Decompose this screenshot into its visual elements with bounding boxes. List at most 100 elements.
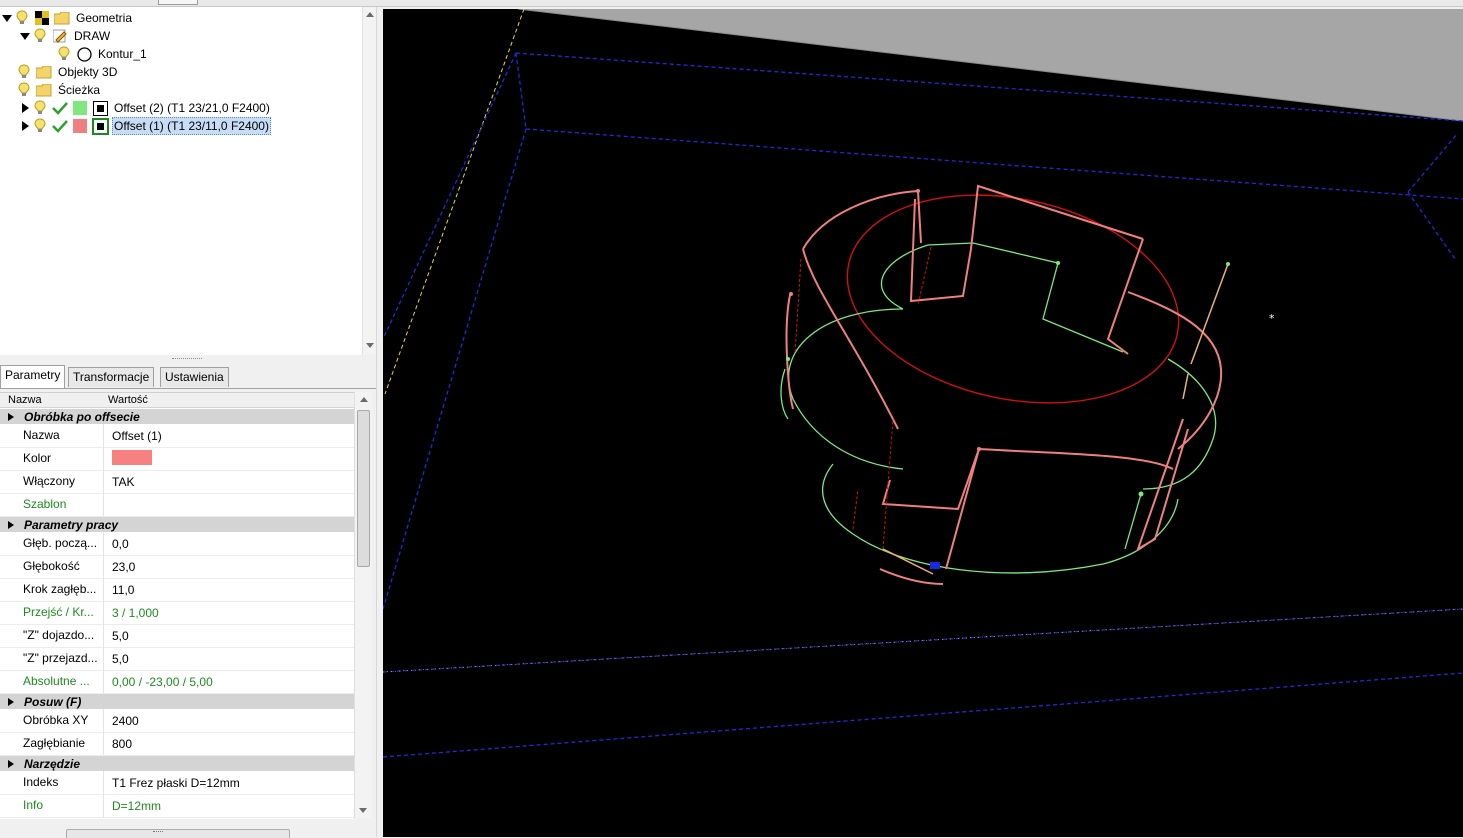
- prop-value-color[interactable]: [104, 449, 152, 468]
- lightbulb-icon[interactable]: [16, 82, 32, 98]
- prop-row-z-dojazd[interactable]: "Z" dojazdo... 5,0: [0, 624, 354, 648]
- prop-value[interactable]: 3 / 1,000: [104, 606, 159, 620]
- category-label: Parametry pracy: [24, 517, 119, 532]
- prop-row-z-przejazd[interactable]: "Z" przejazd... 5,0: [0, 647, 354, 671]
- category-parametry-pracy[interactable]: Parametry pracy: [0, 517, 354, 532]
- tree-label: DRAW: [74, 29, 111, 43]
- prop-value[interactable]: 0,0: [104, 537, 129, 551]
- prop-value[interactable]: 23,0: [104, 560, 135, 574]
- prop-row-krok[interactable]: Krok zagłęb... 11,0: [0, 578, 354, 602]
- tree-item-objekty3d[interactable]: Objekty 3D: [16, 63, 119, 81]
- toolpath-green: [780, 242, 1217, 574]
- prop-name: Zagłębianie: [0, 732, 104, 755]
- expand-toggle[interactable]: [18, 101, 32, 115]
- checkmark-icon[interactable]: [52, 100, 68, 116]
- prop-row-info[interactable]: Info D=12mm: [0, 794, 354, 818]
- column-header-name[interactable]: Nazwa: [0, 393, 108, 407]
- prop-name: "Z" dojazdo...: [0, 624, 104, 647]
- category-label: Posuw (F): [24, 694, 82, 709]
- folder-icon: [36, 82, 52, 98]
- tree-item-offset-1[interactable]: Offset (1) (T1 23/11,0 F2400): [18, 117, 271, 135]
- prop-name: Włączony: [0, 470, 104, 493]
- category-narzedzie[interactable]: Narzędzie: [0, 756, 354, 771]
- prop-value[interactable]: 2400: [104, 714, 139, 728]
- prop-value[interactable]: 0,00 / -23,00 / 5,00: [104, 675, 213, 689]
- tree-label: Objekty 3D: [58, 65, 118, 79]
- viewport-canvas[interactable]: *: [383, 9, 1463, 837]
- prop-row-przejsc[interactable]: Przejść / Kr... 3 / 1,000: [0, 601, 354, 625]
- grid-scrollbar[interactable]: [354, 392, 372, 818]
- prop-value[interactable]: 11,0: [104, 583, 134, 597]
- property-grid: Nazwa Wartość Obróbka po offsecie Nazwa O…: [0, 392, 354, 819]
- prop-row-indeks[interactable]: Indeks T1 Frez płaski D=12mm: [0, 771, 354, 795]
- tree-item-offset-2[interactable]: Offset (2) (T1 23/21,0 F2400): [18, 99, 272, 117]
- column-header-value[interactable]: Wartość: [108, 393, 148, 407]
- checkmark-icon[interactable]: [52, 118, 68, 134]
- prop-row-glebokosc[interactable]: Głębokość 23,0: [0, 555, 354, 579]
- tree-label: Geometria: [76, 11, 133, 25]
- tab-parametry[interactable]: Parametry: [0, 365, 66, 388]
- svg-text:*: *: [1269, 312, 1275, 325]
- category-label: Obróbka po offsecie: [24, 409, 140, 424]
- prop-row-absolutne[interactable]: Absolutne ... 0,00 / -23,00 / 5,00: [0, 670, 354, 694]
- prop-name: Kolor: [0, 447, 104, 470]
- tree-label: Offset (2) (T1 23/21,0 F2400): [114, 101, 270, 115]
- lightbulb-icon[interactable]: [32, 100, 48, 116]
- category-obrobka[interactable]: Obróbka po offsecie: [0, 409, 354, 424]
- tree-item-sciezka[interactable]: Ścieżka: [16, 81, 102, 99]
- tree-item-geometria[interactable]: Geometria: [0, 9, 134, 27]
- prop-row-zaglebianie[interactable]: Zagłębianie 800: [0, 732, 354, 756]
- category-posuw[interactable]: Posuw (F): [0, 694, 354, 709]
- lightbulb-icon[interactable]: [56, 46, 72, 62]
- scroll-up-arrow[interactable]: [359, 397, 368, 402]
- toolpath-type-icon: [91, 117, 109, 135]
- prop-row-szablon[interactable]: Szablon: [0, 493, 354, 517]
- panel-splitter[interactable]: [0, 355, 376, 363]
- lightbulb-icon[interactable]: [32, 28, 48, 44]
- object-tree: Geometria DRAW Kontur_1 Objekty 3D Ścież…: [0, 7, 377, 355]
- tab-transformacje[interactable]: Transformacje: [68, 367, 155, 387]
- prop-row-nazwa[interactable]: Nazwa Offset (1): [0, 424, 354, 448]
- scroll-down-arrow[interactable]: [359, 803, 367, 818]
- folder-icon: [54, 10, 70, 26]
- prop-value[interactable]: T1 Frez płaski D=12mm: [104, 776, 240, 790]
- stock-outline: [383, 52, 1463, 758]
- lightbulb-icon[interactable]: [32, 118, 48, 134]
- expand-toggle[interactable]: [18, 119, 32, 133]
- prop-row-wlaczony[interactable]: Włączony TAK: [0, 470, 354, 494]
- lightbulb-icon[interactable]: [14, 10, 30, 26]
- prop-value[interactable]: 5,0: [104, 629, 129, 643]
- circle-icon: [76, 46, 92, 62]
- prop-name: Krok zagłęb...: [0, 578, 104, 601]
- contour-ellipse: [846, 194, 1180, 404]
- toolpath-color-swatch[interactable]: [72, 118, 88, 134]
- y-axis-line: [384, 9, 525, 395]
- layers-icon: [34, 10, 50, 26]
- prop-row-kolor[interactable]: Kolor: [0, 447, 354, 471]
- tree-scrollbar[interactable]: [362, 7, 377, 355]
- lightbulb-icon[interactable]: [16, 64, 32, 80]
- prop-row-gleb-pocz[interactable]: Głęb. począ... 0,0: [0, 532, 354, 556]
- tree-item-draw[interactable]: DRAW: [18, 27, 112, 45]
- toolbar-tab-stub[interactable]: [158, 0, 198, 5]
- prop-row-obrobka-xy[interactable]: Obróbka XY 2400: [0, 709, 354, 733]
- prop-value[interactable]: 800: [104, 737, 132, 751]
- scroll-down-arrow[interactable]: [366, 338, 374, 353]
- pencil-icon: [52, 28, 68, 44]
- prop-value[interactable]: Offset (1): [104, 429, 162, 443]
- collapse-toggle[interactable]: [0, 11, 14, 25]
- color-swatch[interactable]: [112, 449, 152, 465]
- collapse-toggle[interactable]: [18, 29, 32, 43]
- scroll-up-arrow[interactable]: [366, 12, 374, 17]
- prop-value[interactable]: TAK: [104, 475, 134, 489]
- lead-in-path: [882, 263, 1229, 575]
- prop-value[interactable]: D=12mm: [104, 799, 161, 813]
- tree-item-kontur[interactable]: Kontur_1: [56, 45, 149, 63]
- scroll-thumb[interactable]: [357, 410, 370, 567]
- toolpath-color-swatch[interactable]: [72, 100, 88, 116]
- tree-label: Kontur_1: [98, 47, 147, 61]
- prop-value[interactable]: 5,0: [104, 652, 129, 666]
- toolpath-red: [785, 184, 1223, 585]
- 3d-viewport[interactable]: *: [383, 9, 1463, 837]
- tab-ustawienia[interactable]: Ustawienia: [160, 367, 229, 387]
